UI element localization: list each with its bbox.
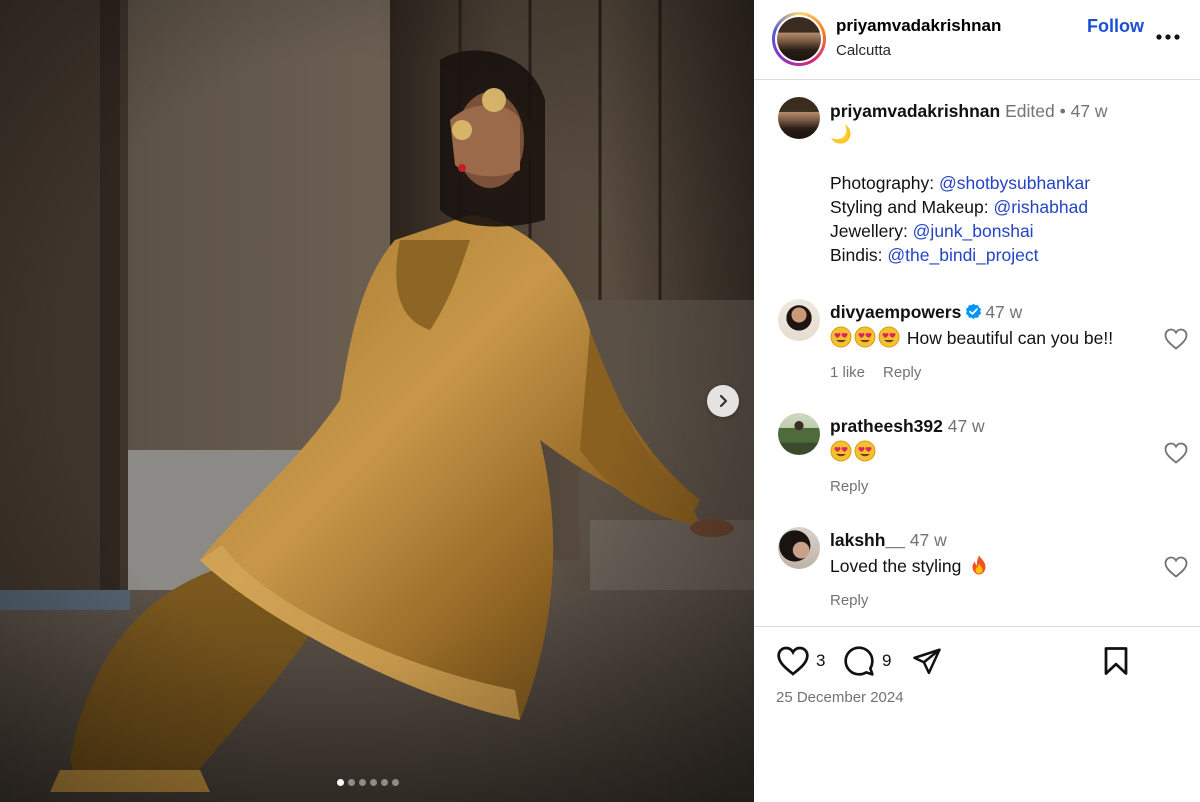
post-details-panel: priyamvadakrishnan Calcutta Follow priya…	[754, 0, 1200, 802]
comment-count[interactable]: 9	[882, 651, 891, 671]
comment-item: pratheesh392 47 w Reply	[754, 408, 1200, 518]
comment-like-heart-icon[interactable]	[1164, 328, 1188, 350]
commenter-avatar[interactable]	[778, 527, 820, 569]
reply-button[interactable]: Reply	[883, 364, 921, 381]
moon-emoji: 🌙	[830, 125, 852, 145]
comment-text	[830, 440, 878, 463]
commenter-avatar[interactable]	[778, 413, 820, 455]
carousel-next-button[interactable]	[707, 385, 739, 417]
credit-line: Photography: @shotbysubhankar	[830, 173, 1091, 193]
caption-time[interactable]: 47 w	[1071, 101, 1108, 121]
carousel-dot	[348, 779, 355, 786]
like-count[interactable]: 3	[816, 651, 825, 671]
comment-time[interactable]: 47 w	[948, 416, 985, 436]
comment-bubble-icon[interactable]	[842, 645, 876, 677]
heart-eyes-emoji-icon	[854, 440, 876, 462]
comment-likes[interactable]: 1 like	[830, 364, 865, 381]
mention-link[interactable]: @shotbysubhankar	[939, 173, 1090, 193]
mention-link[interactable]: @the_bindi_project	[887, 245, 1038, 265]
share-paper-plane-icon[interactable]	[910, 646, 944, 676]
post-header: priyamvadakrishnan Calcutta Follow	[754, 0, 1200, 80]
verified-badge-icon	[966, 303, 982, 320]
comment-time[interactable]: 47 w	[985, 302, 1022, 322]
comment-body-text: How beautiful can you be!!	[906, 328, 1114, 348]
post-footer: 3 9 25 December 2024	[754, 626, 1200, 802]
mention-link[interactable]: @junk_bonshai	[913, 221, 1034, 241]
heart-eyes-emoji-icon	[830, 440, 852, 462]
follow-button[interactable]: Follow	[1087, 16, 1144, 37]
comment-item: lakshh__ 47 w Loved the styling Reply	[754, 522, 1200, 632]
heart-icon[interactable]	[776, 646, 810, 676]
chevron-right-icon	[719, 394, 728, 408]
author-username[interactable]: priyamvadakrishnan	[836, 16, 1001, 36]
comment-text: How beautiful can you be!!	[830, 326, 1113, 349]
commenter-username[interactable]: divyaempowers	[830, 302, 961, 322]
comment-like-heart-icon[interactable]	[1164, 556, 1188, 578]
save-action[interactable]	[1101, 644, 1131, 678]
post-date[interactable]: 25 December 2024	[776, 689, 904, 706]
edited-label: Edited	[1005, 101, 1055, 121]
caption-username[interactable]: priyamvadakrishnan	[830, 101, 1000, 121]
caption-avatar[interactable]	[778, 97, 820, 139]
carousel-dot	[370, 779, 377, 786]
bookmark-icon[interactable]	[1101, 645, 1131, 677]
mention-link[interactable]: @rishabhad	[993, 197, 1088, 217]
comment-text: Loved the styling	[830, 554, 992, 577]
author-avatar[interactable]	[772, 12, 826, 66]
meta-separator: •	[1059, 101, 1066, 121]
carousel-dot	[381, 779, 388, 786]
credit-line: Styling and Makeup: @rishabhad	[830, 197, 1089, 217]
avatar-image	[777, 17, 821, 61]
heart-eyes-emoji-icon	[830, 326, 852, 348]
carousel-dot	[392, 779, 399, 786]
commenter-username[interactable]: pratheesh392	[830, 416, 943, 436]
carousel-indicator	[337, 779, 399, 786]
commenter-avatar[interactable]	[778, 299, 820, 341]
carousel-dot	[359, 779, 366, 786]
reply-button[interactable]: Reply	[830, 592, 868, 609]
comment-like-heart-icon[interactable]	[1164, 442, 1188, 464]
comment-item: divyaempowers 47 w How beautiful can you …	[754, 294, 1200, 404]
comment-action[interactable]: 9	[842, 644, 891, 678]
post-image[interactable]	[0, 0, 754, 802]
credit-line: Bindis: @the_bindi_project	[830, 245, 1039, 265]
post-location[interactable]: Calcutta	[836, 42, 891, 59]
like-action[interactable]: 3	[776, 644, 825, 678]
commenter-username[interactable]: lakshh__	[830, 530, 905, 550]
post-photo	[0, 0, 754, 802]
credit-line: Jewellery: @junk_bonshai	[830, 221, 1034, 241]
share-action[interactable]	[910, 644, 944, 678]
heart-eyes-emoji-icon	[878, 326, 900, 348]
carousel-dot	[337, 779, 344, 786]
fire-emoji-icon	[972, 555, 986, 575]
comment-body-text: Loved the styling	[830, 556, 962, 576]
reply-button[interactable]: Reply	[830, 478, 868, 495]
more-options-icon[interactable]	[1156, 20, 1180, 46]
comment-time[interactable]: 47 w	[910, 530, 947, 550]
heart-eyes-emoji-icon	[854, 326, 876, 348]
